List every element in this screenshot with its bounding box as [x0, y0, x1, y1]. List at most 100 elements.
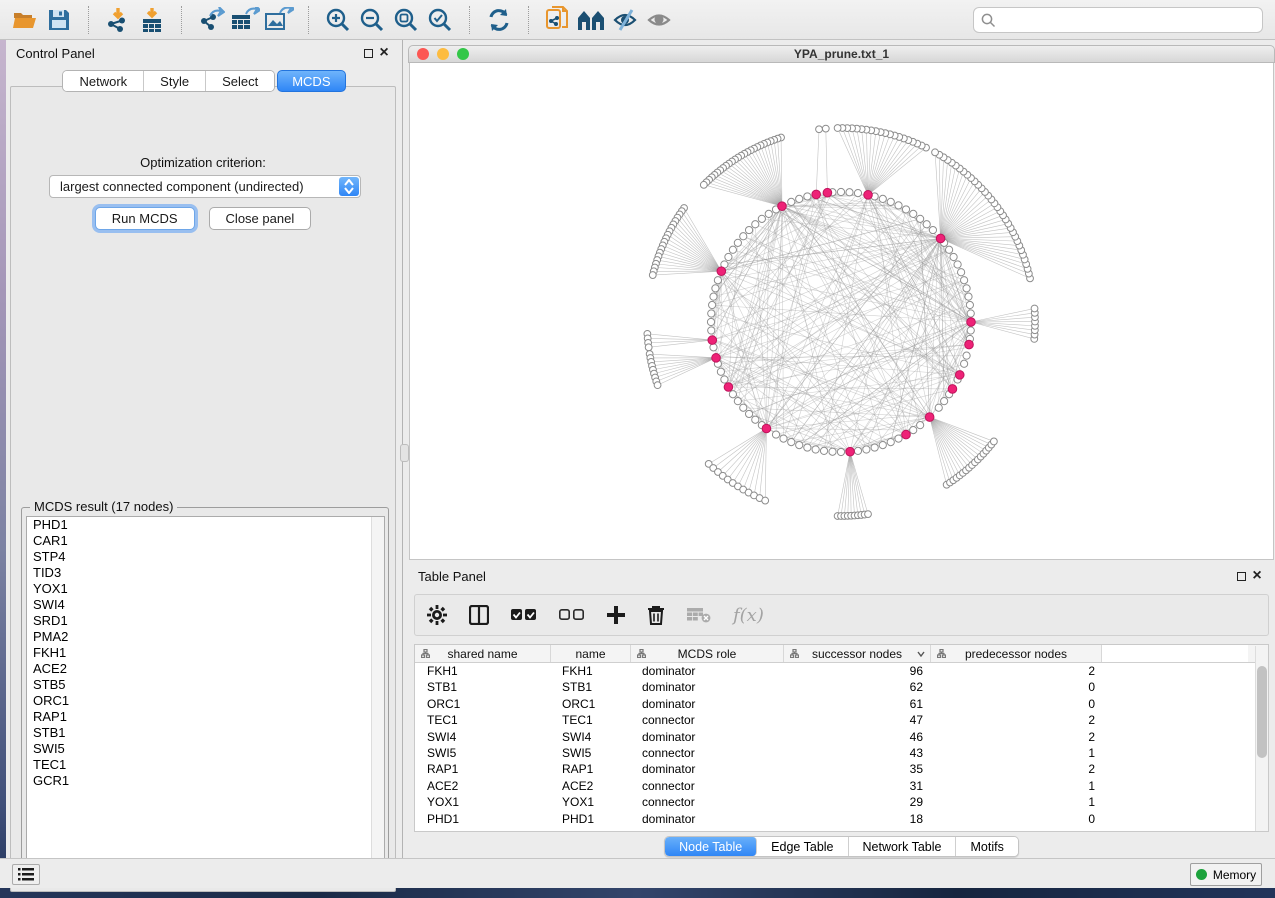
- list-icon: [18, 868, 34, 881]
- create-column-icon[interactable]: [607, 606, 625, 624]
- table-cell: dominator: [631, 811, 784, 827]
- table-cell: 2: [931, 663, 1102, 679]
- zoom-out-icon[interactable]: [355, 5, 389, 35]
- table-row[interactable]: SWI4SWI4dominator462: [415, 729, 1268, 745]
- mcds-result-item[interactable]: CAR1: [27, 533, 384, 549]
- mcds-result-item[interactable]: STB1: [27, 725, 384, 741]
- table-row[interactable]: SWI5SWI5connector431: [415, 745, 1268, 761]
- mcds-result-item[interactable]: PHD1: [27, 517, 384, 533]
- mcds-tab-content: Optimization criterion: largest connecte…: [10, 86, 396, 892]
- network-canvas[interactable]: [409, 63, 1274, 560]
- table-row[interactable]: STB1STB1dominator620: [415, 679, 1268, 695]
- first-neighbors-icon[interactable]: [575, 5, 609, 35]
- column-header-predecessor-nodes[interactable]: predecessor nodes: [931, 645, 1102, 662]
- table-cell: TEC1: [415, 712, 551, 728]
- hide-selected-icon[interactable]: [609, 5, 643, 35]
- mcds-result-item[interactable]: PMA2: [27, 629, 384, 645]
- control-panel-float-icon[interactable]: [360, 46, 376, 61]
- table-row[interactable]: FKH1FKH1dominator962: [415, 663, 1268, 679]
- import-network-icon[interactable]: [101, 5, 135, 35]
- table-row[interactable]: TEC1TEC1connector472: [415, 712, 1268, 728]
- table-scrollbar[interactable]: [1255, 646, 1268, 832]
- optimization-criterion-select[interactable]: largest connected component (undirected): [49, 175, 361, 198]
- table-row[interactable]: PHD1PHD1dominator180: [415, 811, 1268, 827]
- select-stepper-icon: [339, 177, 359, 196]
- control-panel-title: Control Panel: [16, 46, 95, 61]
- refresh-icon[interactable]: [482, 5, 516, 35]
- optimization-criterion-value: largest connected component (undirected): [60, 179, 304, 194]
- search-field[interactable]: [973, 7, 1263, 33]
- table-panel-float-icon[interactable]: [1233, 569, 1249, 584]
- export-image-icon[interactable]: [262, 5, 296, 35]
- table-cell: SWI4: [415, 729, 551, 745]
- mcds-list-scrollbar[interactable]: [371, 517, 384, 875]
- mcds-result-item[interactable]: ORC1: [27, 693, 384, 709]
- column-header-name[interactable]: name: [551, 645, 631, 662]
- fit-selected-icon[interactable]: [423, 5, 457, 35]
- show-column-panel-icon[interactable]: [469, 605, 489, 625]
- tab-select[interactable]: Select: [206, 71, 274, 91]
- mcds-result-item[interactable]: YOX1: [27, 581, 384, 597]
- table-scrollbar-thumb[interactable]: [1257, 666, 1267, 758]
- table-row[interactable]: ACE2ACE2connector311: [415, 778, 1268, 794]
- table-cell: 61: [784, 696, 931, 712]
- export-table-icon[interactable]: [228, 5, 262, 35]
- table-cell: 43: [784, 745, 931, 761]
- mcds-result-item[interactable]: TEC1: [27, 757, 384, 773]
- mcds-result-item[interactable]: STP4: [27, 549, 384, 565]
- control-panel: Control Panel × Optimization criterion: …: [6, 40, 402, 858]
- delete-column-icon[interactable]: [647, 605, 665, 625]
- open-session-icon[interactable]: [8, 5, 42, 35]
- show-all-icon[interactable]: [643, 5, 677, 35]
- tab-network[interactable]: Network: [63, 71, 144, 91]
- table-settings-gear-icon[interactable]: [427, 605, 447, 625]
- table-row[interactable]: RAP1RAP1dominator352: [415, 761, 1268, 777]
- column-header-successor-nodes[interactable]: successor nodes: [784, 645, 931, 662]
- search-input[interactable]: [973, 7, 1263, 33]
- tab-edge-table[interactable]: Edge Table: [757, 837, 848, 856]
- memory-button[interactable]: Memory: [1190, 863, 1262, 886]
- table-panel-close-icon[interactable]: ×: [1249, 571, 1265, 581]
- tab-node-table[interactable]: Node Table: [665, 837, 757, 856]
- mcds-result-item[interactable]: SRD1: [27, 613, 384, 629]
- main-toolbar: [0, 0, 1275, 40]
- mcds-result-item[interactable]: FKH1: [27, 645, 384, 661]
- tab-network-table[interactable]: Network Table: [849, 837, 957, 856]
- column-header-MCDS-role[interactable]: MCDS role: [631, 645, 784, 662]
- table-cell: 0: [931, 679, 1102, 695]
- table-row[interactable]: YOX1YOX1connector291: [415, 794, 1268, 810]
- mcds-result-item[interactable]: RAP1: [27, 709, 384, 725]
- mcds-result-item[interactable]: STB5: [27, 677, 384, 693]
- select-all-icon[interactable]: [511, 608, 537, 622]
- mcds-result-item[interactable]: SWI4: [27, 597, 384, 613]
- table-cell: 0: [931, 696, 1102, 712]
- control-panel-close-icon[interactable]: ×: [376, 48, 392, 58]
- save-session-icon[interactable]: [42, 5, 76, 35]
- table-cell: dominator: [631, 729, 784, 745]
- mcds-result-item[interactable]: SWI5: [27, 741, 384, 757]
- column-header-empty: [1102, 645, 1248, 662]
- network-window-titlebar[interactable]: YPA_prune.txt_1: [408, 45, 1275, 63]
- open-ndex-icon[interactable]: [541, 5, 575, 35]
- task-history-button[interactable]: [12, 864, 40, 885]
- export-network-icon[interactable]: [194, 5, 228, 35]
- toolbar-separator: [528, 6, 529, 34]
- table-row[interactable]: ORC1ORC1dominator610: [415, 696, 1268, 712]
- run-mcds-button[interactable]: Run MCDS: [95, 207, 195, 230]
- mcds-result-list[interactable]: PHD1CAR1STP4TID3YOX1SWI4SRD1PMA2FKH1ACE2…: [26, 516, 385, 876]
- tab-mcds[interactable]: MCDS: [277, 70, 345, 92]
- tab-motifs[interactable]: Motifs: [956, 837, 1017, 856]
- import-table-icon[interactable]: [135, 5, 169, 35]
- delete-table-icon: [687, 607, 711, 623]
- close-panel-button[interactable]: Close panel: [209, 207, 312, 230]
- deselect-all-icon[interactable]: [559, 608, 585, 622]
- fit-content-icon[interactable]: [389, 5, 423, 35]
- tab-style[interactable]: Style: [144, 71, 206, 91]
- mcds-result-item[interactable]: GCR1: [27, 773, 384, 789]
- mcds-result-item[interactable]: ACE2: [27, 661, 384, 677]
- mcds-result-item[interactable]: TID3: [27, 565, 384, 581]
- table-cell: YOX1: [415, 794, 551, 810]
- zoom-in-icon[interactable]: [321, 5, 355, 35]
- table-cell: ACE2: [415, 778, 551, 794]
- column-header-shared-name[interactable]: shared name: [415, 645, 551, 662]
